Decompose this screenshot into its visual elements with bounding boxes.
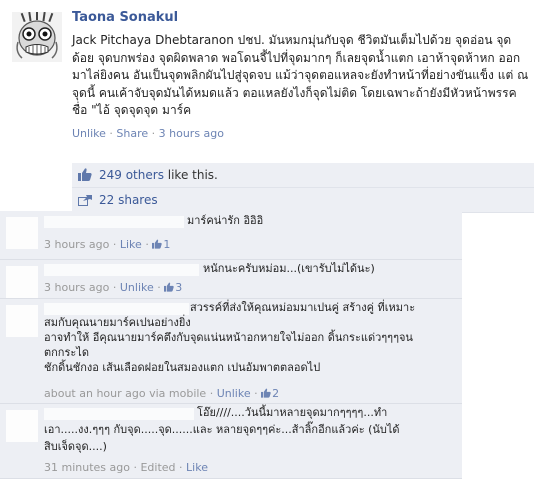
separator: · (133, 461, 137, 474)
thumbs-up-icon (164, 282, 174, 292)
post-author[interactable]: Taona Sonakul (72, 8, 534, 28)
comment-2: หนักนะครับหม่อม...(เขารับไม่ได้นะ) 3 hou… (0, 260, 462, 299)
shares-row[interactable]: 22 shares (72, 188, 534, 213)
commenter-avatar[interactable] (6, 266, 38, 298)
commenter-avatar[interactable] (6, 217, 38, 249)
post-timestamp[interactable]: 3 hours ago (159, 127, 224, 140)
comment-1: มาร์คน่ารัก อิอิอิ 3 hours ago · Like · … (0, 211, 462, 260)
commenter-avatar[interactable] (6, 305, 38, 337)
commenter-name-redacted[interactable] (44, 408, 194, 420)
comment-line-1: สวรรค์ที่ส่งให้คุณหม่อมมาเปนคู่ สร้างคู่… (190, 301, 416, 314)
commenter-name-redacted[interactable] (44, 303, 189, 315)
commenter-name-redacted[interactable] (44, 264, 199, 276)
post-text: Jack Pitchaya Dhebtaranon ปชป. มันหมกมุ่… (72, 33, 529, 117)
separator: · (179, 461, 183, 474)
separator: · (254, 387, 258, 400)
comment-time[interactable]: about an hour ago via mobile (44, 387, 206, 400)
share-icon (78, 195, 92, 206)
comment-meta: about an hour ago via mobile · Unlike · … (44, 387, 279, 401)
comment-line-5: ชักดิ้นชักงอ เส้นเลือดฝอยในสมองแตก เปนอั… (44, 361, 321, 374)
likes-summary: 249 others like this. (99, 163, 218, 187)
separator: · (157, 281, 161, 294)
comment-4: โอ๊ย////....วันนี้มาหลายจุดมากๆๆๆๆ...ทำ … (0, 404, 462, 479)
separator: · (112, 281, 117, 294)
comment-like-count[interactable]: 1 (152, 238, 170, 251)
feedback-panel: 249 others like this. 22 shares (72, 160, 534, 213)
likes-count-link[interactable]: 249 others (99, 168, 164, 182)
post: Taona Sonakul Jack Pitchaya Dhebtaranon … (72, 8, 534, 141)
comment-unlike-link[interactable]: Unlike (217, 387, 251, 400)
comment-time[interactable]: 3 hours ago (44, 281, 109, 294)
commenter-avatar[interactable] (6, 410, 38, 442)
separator: · (109, 126, 113, 140)
comment-line-1: โอ๊ย////....วันนี้มาหลายจุดมากๆๆๆๆ...ทำ (197, 406, 388, 419)
likes-suffix: like this. (163, 168, 218, 182)
thumbs-up-icon (78, 168, 92, 181)
comment-time[interactable]: 31 minutes ago (44, 461, 130, 474)
separator: · (151, 126, 156, 140)
shares-link[interactable]: 22 shares (99, 188, 158, 212)
comment-time[interactable]: 3 hours ago (44, 238, 109, 251)
comment-meta: 31 minutes ago · Edited · Like (44, 461, 208, 475)
comment-3: สวรรค์ที่ส่งให้คุณหม่อมมาเปนคู่ สร้างคู่… (0, 299, 462, 404)
comment-unlike-link[interactable]: Unlike (120, 281, 154, 294)
comment-like-link[interactable]: Like (120, 238, 142, 251)
separator: · (145, 238, 149, 251)
comment-like-count[interactable]: 3 (164, 281, 182, 294)
comment-edited[interactable]: Edited (140, 461, 175, 474)
author-avatar[interactable] (12, 12, 62, 62)
share-link[interactable]: Share (116, 127, 148, 140)
comment-line-4: ตกกระได (44, 346, 89, 359)
separator: · (112, 238, 117, 251)
comment-line-2: สมกับคุณนายมาร์คเปนอย่างยิ่ง (44, 316, 191, 329)
comment-meta: 3 hours ago · Unlike · 3 (44, 281, 182, 295)
thumbs-up-icon (261, 388, 271, 398)
comment-line-2: เอา.....งง.ๆๆๆ กับจุด.....จุด......และ ห… (44, 423, 400, 436)
commenter-name-redacted[interactable] (44, 216, 184, 228)
comment-like-count[interactable]: 2 (261, 387, 279, 400)
thumbs-up-icon (152, 239, 163, 249)
comment-meta: 3 hours ago · Like · 1 (44, 238, 170, 252)
unlike-link[interactable]: Unlike (72, 127, 106, 140)
comment-text: หนักนะครับหม่อม...(เขารับไม่ได้นะ) (203, 262, 375, 275)
post-meta: Unlike · Share · 3 hours ago (72, 127, 534, 141)
comment-text: มาร์คน่ารัก อิอิอิ (187, 214, 264, 227)
likes-row: 249 others like this. (72, 163, 534, 188)
separator: · (209, 387, 214, 400)
comment-line-3: สิบเจ็ดจุด....) (44, 440, 107, 453)
comment-like-link[interactable]: Like (186, 461, 208, 474)
comment-line-3: อาจทำให้ อีคุณนายมาร์คตึงกับจุดแน่นหน้าอ… (44, 331, 413, 344)
